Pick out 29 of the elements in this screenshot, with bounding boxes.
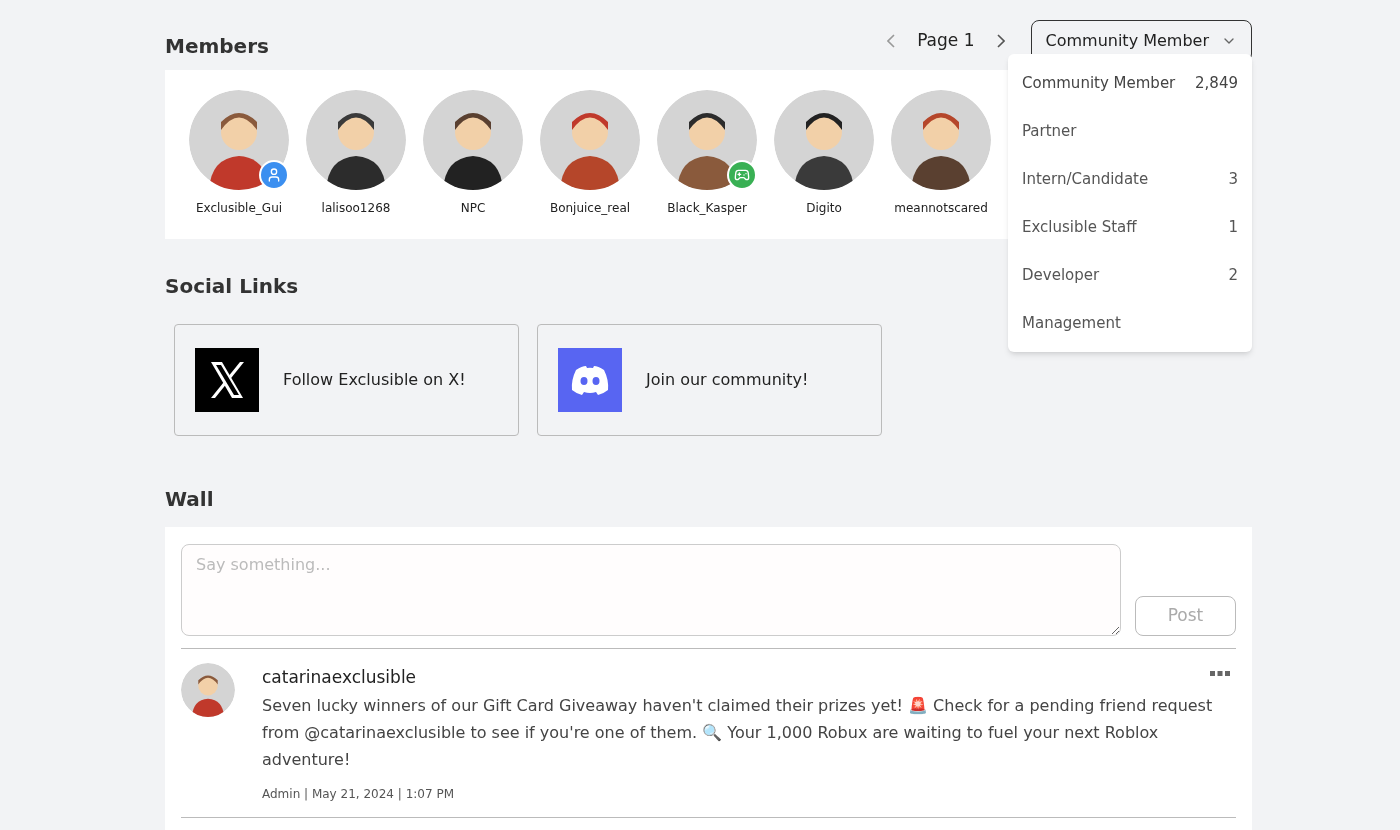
- role-option[interactable]: Exclusible Staff 1: [1008, 203, 1252, 251]
- chevron-right-icon: [996, 34, 1005, 48]
- discord-logo-icon: [558, 348, 622, 412]
- member-name[interactable]: meannotscared: [894, 199, 988, 217]
- role-option[interactable]: Partner: [1008, 107, 1252, 155]
- role-option[interactable]: Intern/Candidate 3: [1008, 155, 1252, 203]
- page-label: Page 1: [917, 29, 975, 53]
- avatar: [181, 663, 235, 717]
- social-link-card[interactable]: Join our community!: [537, 324, 882, 436]
- section-title: Social Links: [165, 273, 299, 300]
- role-option[interactable]: Community Member 2,849: [1008, 59, 1252, 107]
- role-option[interactable]: Developer 2: [1008, 251, 1252, 299]
- post-author[interactable]: catarinaexclusible: [262, 665, 1216, 691]
- section-title: Wall: [165, 486, 214, 513]
- wall-input[interactable]: Say something...: [181, 544, 1121, 636]
- chevron-left-icon: [887, 34, 896, 48]
- social-link-card[interactable]: Follow Exclusible on X!: [174, 324, 519, 436]
- role-option[interactable]: Management: [1008, 299, 1252, 347]
- post-text: Seven lucky winners of our Gift Card Giveaway haven't claimed their prizes yet! 🚨 Check for a pending friend request from @catarinaexclusible to see if you're one of them. 🔍 Your 1,000 Robux are waiting to fuel your next Roblox adventure!: [262, 694, 1214, 771]
- member-name[interactable]: NPC: [460, 199, 486, 217]
- section-title: Members: [165, 33, 269, 60]
- member-name[interactable]: Digito: [806, 199, 842, 217]
- member-name[interactable]: Black_Kasper: [667, 199, 747, 217]
- x-logo-icon: [195, 348, 259, 412]
- member-name[interactable]: lalisoo1268: [321, 199, 391, 217]
- more-options-icon[interactable]: [1210, 671, 1230, 677]
- member-name[interactable]: Exclusible_Gui: [195, 199, 283, 217]
- post-meta: Admin | May 21, 2024 | 1:07 PM: [262, 785, 455, 803]
- member-name[interactable]: Bonjuice_real: [549, 199, 631, 217]
